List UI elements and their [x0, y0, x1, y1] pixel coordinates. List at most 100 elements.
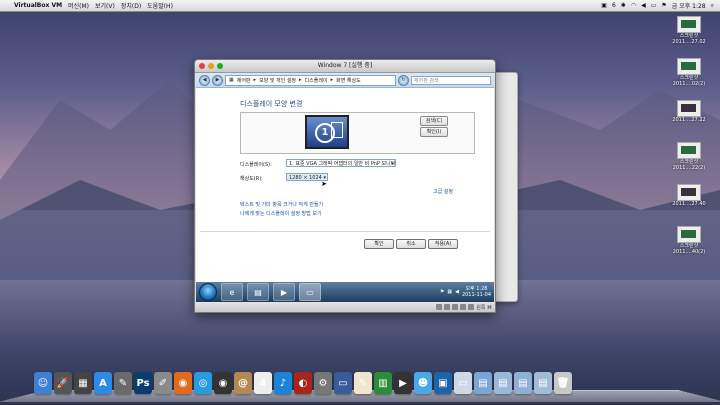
address-bar: ◀ ▶ ▦ 제어판 ▸ 모양 및 개인 설정 ▸ 디스플레이 ▸ 화면 해상도 ↻ 제… [196, 73, 494, 88]
breadcrumb-item[interactable]: 화면 해상도 [336, 77, 361, 84]
display-help-link[interactable]: 나에게 맞는 디스플레이 설정 방법 보기 [240, 210, 322, 217]
system-tray: ⚑ ▦ ◀ 오후 1:28 2011-11-04 [440, 286, 494, 298]
monitor-icon[interactable]: 1 [305, 115, 349, 149]
notification-icon[interactable]: ▣ [601, 2, 607, 9]
tray-flag-icon[interactable]: ⚑ [440, 289, 444, 295]
menu-devices[interactable]: 장치(D) [121, 1, 141, 10]
refresh-icon[interactable]: ↻ [398, 74, 409, 86]
explorer-folder-icon[interactable]: ▤ [247, 283, 269, 301]
system-preferences-icon[interactable]: ⚙ [314, 372, 332, 394]
display-preview: 1 검색(C) 확인(I) [240, 112, 475, 154]
app-store-icon[interactable]: A [94, 372, 112, 394]
tray-network-icon[interactable]: ▦ [447, 289, 452, 295]
forward-icon[interactable]: ▶ [212, 74, 223, 86]
breadcrumb-item[interactable]: 모양 및 개인 설정 [259, 77, 296, 84]
preview-icon[interactable]: ✎ [114, 372, 132, 394]
keynote-icon[interactable]: ▭ [334, 372, 352, 394]
stack-folder-icon[interactable]: ▤ [534, 372, 552, 394]
screenshot-thumbnail-icon [677, 58, 701, 75]
menu-help[interactable]: 도움말(H) [147, 1, 173, 10]
wifi-icon[interactable]: ◠ [631, 2, 636, 9]
resolution-label: 해상도(R): [240, 176, 263, 182]
desktop-file-icon[interactable]: 스크린샷 2011....22(2) [664, 142, 714, 183]
app-menu[interactable]: VirtualBox VM [14, 2, 62, 9]
breadcrumb-item[interactable]: 디스플레이 [305, 77, 328, 84]
menu-view[interactable]: 보기(V) [95, 1, 115, 10]
desktop-file-icon[interactable]: 2011....27.22 [664, 100, 714, 141]
vm-window-title: Window 7 [실행 중] [317, 62, 373, 69]
vm-titlebar[interactable]: Window 7 [실행 중] [195, 60, 495, 73]
address-book-icon[interactable]: @ [234, 372, 252, 394]
minimize-icon[interactable] [208, 63, 214, 69]
back-icon[interactable]: ◀ [199, 74, 210, 86]
mac-menubar: VirtualBox VM 머신(M) 보기(V) 장치(D) 도움말(H) ▣… [0, 0, 720, 12]
finder-smile-icon[interactable]: ☻ [414, 372, 432, 394]
chevron-down-icon: ▾ [391, 161, 394, 167]
mac-dock: ☺ 🚀 ▦ A ✎ Ps ✐ ◉ ◎ ◉ @4 ♪ ◐ ⚙ ▭ ✎ ▥ ▶ ☻ ▣ ▭ ▤ ▤ ▤ ▤ 🗑 [0, 372, 720, 405]
virtualbox-window[interactable]: Window 7 [실행 중] ◀ ▶ ▦ 제어판 ▸ 모양 및 개인 설정 ▸ 디… [194, 59, 496, 313]
desktop-file-icon[interactable]: 스크린샷 2011....40(2) [664, 226, 714, 267]
pages-icon[interactable]: ✎ [354, 372, 372, 394]
network-icon[interactable] [460, 304, 467, 310]
display-select[interactable]: 1. 표준 VGA 그래픽 어댑터의 일반 비 PnP 모니터 ▾ [286, 159, 396, 167]
safari-icon[interactable]: ◎ [194, 372, 212, 394]
tray-volume-icon[interactable]: ◀ [455, 289, 459, 295]
volume-icon[interactable]: ◀ [641, 2, 646, 9]
shared-folder-icon[interactable] [468, 304, 475, 310]
breadcrumb-item[interactable]: 제어판 [237, 77, 251, 84]
identify-button[interactable]: 확인(I) [420, 127, 448, 137]
menubar-clock[interactable]: 금 오후 1:28 [672, 1, 706, 10]
usb-icon[interactable] [452, 304, 459, 310]
hdd-icon[interactable] [436, 304, 443, 310]
detect-button[interactable]: 검색(C) [420, 116, 448, 126]
mouse-cursor-icon: ➤ [321, 180, 327, 188]
cd-icon[interactable] [444, 304, 451, 310]
applications-folder-icon[interactable]: ▤ [474, 372, 492, 394]
photoshop-icon[interactable]: Ps [134, 372, 152, 394]
firefox-icon[interactable]: ◉ [174, 372, 192, 394]
text-edit-icon[interactable]: ✐ [154, 372, 172, 394]
desktop-file-icon[interactable]: 스크린샷 2011....27.02 [664, 16, 714, 57]
advanced-settings-link[interactable]: 고급 설정 [433, 188, 453, 195]
cancel-button[interactable]: 취소 [396, 239, 426, 249]
desktop-file-icon[interactable]: 2011....27.40 [664, 184, 714, 225]
documents-folder-icon[interactable]: ▤ [494, 372, 512, 394]
screenshot-thumbnail-icon [677, 142, 701, 159]
menu-machine[interactable]: 머신(M) [68, 1, 89, 10]
taskbar-clock[interactable]: 오후 1:28 2011-11-04 [462, 286, 491, 298]
display-label: 디스플레이(S): [240, 162, 272, 168]
close-icon[interactable] [199, 63, 205, 69]
status-count[interactable]: 6 [612, 2, 616, 9]
start-button[interactable] [199, 283, 217, 301]
apply-button[interactable]: 적용(A) [428, 239, 458, 249]
camera-icon[interactable]: ◉ [214, 372, 232, 394]
display-settings-taskbar-icon[interactable]: ▭ [299, 283, 321, 301]
ok-button[interactable]: 확인 [364, 239, 394, 249]
internet-explorer-icon[interactable]: e [221, 283, 243, 301]
battery-icon[interactable]: ▭ [651, 2, 657, 9]
mission-control-icon[interactable]: ▦ [74, 372, 92, 394]
window7-vm-icon[interactable]: ▭ [454, 372, 472, 394]
flag-icon[interactable]: ⚑ [661, 2, 666, 9]
numbers-icon[interactable]: ▥ [374, 372, 392, 394]
calendar-icon[interactable]: 4 [254, 372, 272, 394]
virtualbox-icon[interactable]: ▣ [434, 372, 452, 394]
finder-icon[interactable]: ☺ [34, 372, 52, 394]
search-input[interactable]: 제어판 검색 [411, 75, 491, 85]
photo-booth-icon[interactable]: ◐ [294, 372, 312, 394]
breadcrumb[interactable]: ▦ 제어판 ▸ 모양 및 개인 설정 ▸ 디스플레이 ▸ 화면 해상도 [225, 74, 396, 86]
desktop-file-icon[interactable]: 스크린샷 2011....02(2) [664, 58, 714, 99]
downloads-folder-icon[interactable]: ▤ [514, 372, 532, 394]
trash-icon[interactable]: 🗑 [554, 372, 572, 394]
media-player-icon[interactable]: ▶ [273, 283, 295, 301]
bluetooth-icon[interactable]: ✱ [621, 2, 626, 9]
screenshot-thumbnail-icon [677, 100, 701, 117]
spotlight-icon[interactable]: ⌕ [711, 2, 714, 10]
host-key-label: 왼쪽 ⌘ [476, 304, 492, 311]
itunes-icon[interactable]: ♪ [274, 372, 292, 394]
windows-taskbar: e ▤ ▶ ▭ ⚑ ▦ ◀ 오후 1:28 2011-11-04 [196, 282, 494, 302]
dvd-player-icon[interactable]: ▶ [394, 372, 412, 394]
text-size-link[interactable]: 텍스트 및 기타 항목 크거나 작게 만들기 [240, 201, 323, 208]
launchpad-icon[interactable]: 🚀 [54, 372, 72, 394]
zoom-icon[interactable] [217, 63, 223, 69]
